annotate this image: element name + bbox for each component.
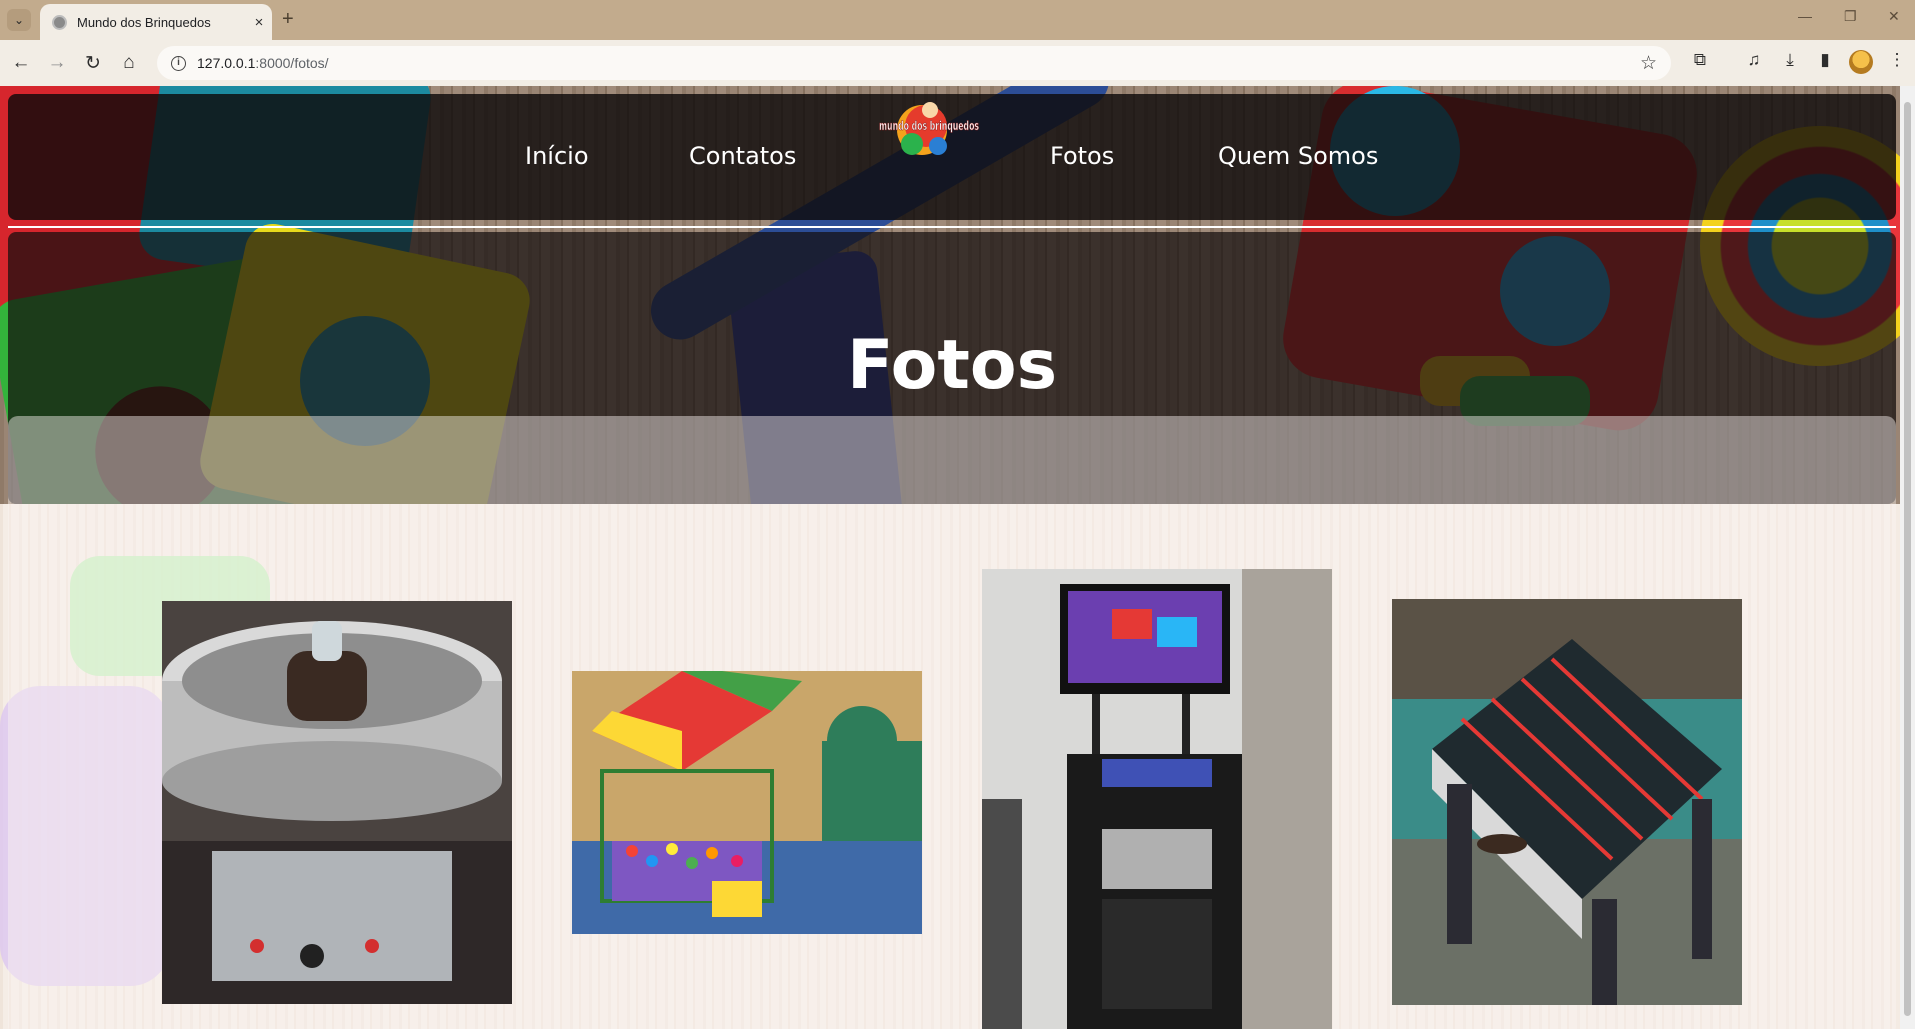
globe-icon <box>52 14 67 30</box>
media-controls-icon[interactable]: ♫ <box>1741 50 1767 70</box>
foosball-table-image <box>1392 599 1742 1005</box>
minimize-icon[interactable]: — <box>1798 8 1812 24</box>
gallery-photo-ball-pit[interactable] <box>572 671 922 934</box>
scrollbar-thumb[interactable] <box>1904 102 1911 1016</box>
page-viewport: Início Contatos mundo dos brinquedos Fot… <box>0 86 1900 1029</box>
url-text: 127.0.0.1:8000/fotos/ <box>197 55 329 71</box>
url-host: 127.0.0.1 <box>197 55 256 71</box>
profile-avatar[interactable] <box>1849 50 1873 74</box>
browser-toolbar: ← → ↻ ⌂ i 127.0.0.1:8000/fotos/ ☆ ⧉ ♫ ⤓ … <box>0 40 1915 86</box>
gallery-photo-cotton-candy[interactable] <box>162 601 512 1004</box>
navbar-divider <box>8 226 1896 228</box>
reload-icon[interactable]: ↻ <box>80 50 106 76</box>
cotton-candy-machine-image <box>162 601 512 1004</box>
close-icon[interactable]: × <box>246 14 272 31</box>
home-icon[interactable]: ⌂ <box>116 50 142 76</box>
browser-tab[interactable]: Mundo dos Brinquedos × <box>40 4 272 40</box>
url-path: :8000/fotos/ <box>255 55 329 71</box>
chevron-down-icon: ⌄ <box>13 13 25 27</box>
logo-graphic: mundo dos brinquedos <box>879 102 979 155</box>
browser-tab-strip: ⌄ Mundo dos Brinquedos × + — ❐ ✕ <box>0 0 1915 40</box>
extensions-icon[interactable]: ⧉ <box>1687 50 1713 70</box>
restore-icon[interactable]: ❐ <box>1844 8 1857 25</box>
forward-icon[interactable]: → <box>44 50 70 76</box>
tab-title: Mundo dos Brinquedos <box>77 14 211 30</box>
nav-link-fotos[interactable]: Fotos <box>1050 142 1114 170</box>
more-menu-icon[interactable]: ⋮ <box>1884 50 1910 70</box>
ball-pit-image <box>572 671 922 934</box>
karaoke-machine-image <box>982 569 1332 1029</box>
info-icon[interactable]: i <box>171 55 186 71</box>
nav-link-inicio[interactable]: Início <box>525 142 589 170</box>
bookmark-star-icon[interactable]: ☆ <box>1640 52 1657 75</box>
address-bar[interactable]: i 127.0.0.1:8000/fotos/ ☆ <box>157 46 1671 80</box>
site-logo[interactable]: mundo dos brinquedos <box>874 96 984 166</box>
side-panel-icon[interactable]: ▮ <box>1812 50 1838 70</box>
logo-text: mundo dos brinquedos <box>879 119 979 133</box>
nav-link-contatos[interactable]: Contatos <box>689 142 796 170</box>
tab-search-button[interactable]: ⌄ <box>7 9 31 31</box>
gallery-photo-karaoke[interactable] <box>982 569 1332 1029</box>
download-icon[interactable]: ⤓ <box>1777 50 1803 70</box>
page-title: Fotos <box>846 326 1058 405</box>
back-icon[interactable]: ← <box>8 50 34 76</box>
gallery-photo-foosball[interactable] <box>1392 599 1742 1005</box>
close-window-icon[interactable]: ✕ <box>1888 8 1900 25</box>
new-tab-button[interactable]: + <box>282 8 294 31</box>
nav-link-quem-somos[interactable]: Quem Somos <box>1218 142 1378 170</box>
page-scrollbar[interactable] <box>1900 86 1915 1029</box>
